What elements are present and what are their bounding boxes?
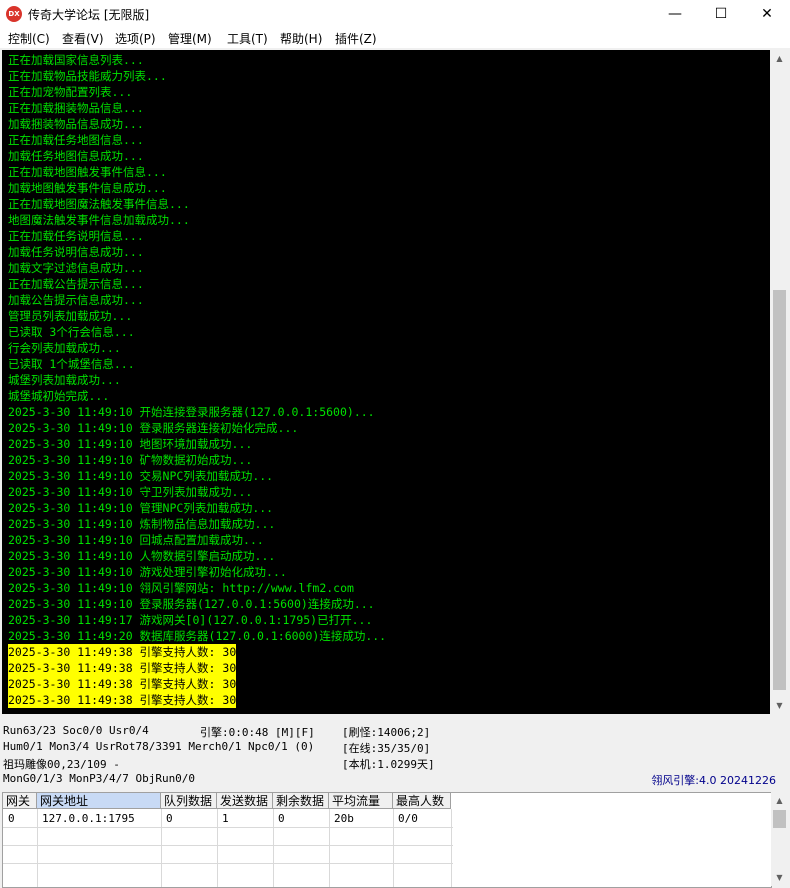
col-divider — [37, 809, 38, 887]
log-line: 加载捆装物品信息成功... — [8, 117, 144, 131]
gate-table[interactable]: 网关 网关地址 队列数据 发送数据 剩余数据 平均流量 最高人数 0 127.0… — [2, 792, 772, 888]
log-line: 加载任务说明信息成功... — [8, 245, 144, 259]
col-divider — [393, 809, 394, 887]
log-line: 2025-3-30 11:49:10 炼制物品信息加载成功... — [8, 517, 276, 531]
scroll-up-icon[interactable]: ▲ — [771, 50, 788, 67]
log-line: 正在加载物品技能威力列表... — [8, 69, 167, 83]
scroll-down-icon[interactable]: ▼ — [771, 869, 788, 886]
status-mon: MonG0/1/3 MonP3/4/7 ObjRun0/0 — [3, 772, 196, 785]
col-send-data[interactable]: 发送数据 — [217, 793, 273, 809]
log-line: 正在加载地图魔法触发事件信息... — [8, 197, 190, 211]
log-line: 2025-3-30 11:49:10 管理NPC列表加载成功... — [8, 501, 274, 515]
log-line: 2025-3-30 11:49:10 登录服务器连接初始化完成... — [8, 421, 299, 435]
col-gate[interactable]: 网关 — [3, 793, 37, 809]
log-line: 2025-3-30 11:49:10 矿物数据初始成功... — [8, 453, 253, 467]
log-line: 2025-3-30 11:49:10 游戏处理引擎初始化成功... — [8, 565, 287, 579]
log-line: 城堡列表加载成功... — [8, 373, 121, 387]
menu-bar: 控制(C) 查看(V) 选项(P) 管理(M) 工具(T) 帮助(H) 插件(Z… — [0, 28, 790, 48]
minimize-button[interactable]: — — [652, 0, 698, 28]
cell-gate-address: 127.0.0.1:1795 — [42, 812, 135, 825]
maximize-button[interactable]: ☐ — [698, 0, 744, 28]
scrollbar-thumb[interactable] — [773, 290, 786, 690]
col-divider — [161, 809, 162, 887]
status-refresh-monsters: [刷怪:14006;2] — [342, 726, 431, 739]
cell-max-users: 0/0 — [398, 812, 418, 825]
log-line: 2025-3-30 11:49:10 守卫列表加载成功... — [8, 485, 253, 499]
log-line: 加载任务地图信息成功... — [8, 149, 144, 163]
log-line: 正在加载公告提示信息... — [8, 277, 144, 291]
row-divider — [3, 863, 453, 864]
status-engine: 引擎:0:0:48 [M][F] — [200, 726, 315, 739]
log-line: 2025-3-30 11:49:10 翎风引擎网站: http://www.lf… — [8, 581, 354, 595]
col-divider — [329, 809, 330, 887]
log-line: 2025-3-30 11:49:10 人物数据引擎启动成功... — [8, 549, 276, 563]
log-line: 管理员列表加载成功... — [8, 309, 133, 323]
col-gate-address[interactable]: 网关地址 — [37, 793, 161, 809]
scrollbar-thumb[interactable] — [773, 810, 786, 828]
log-line: 城堡城初始完成... — [8, 389, 110, 403]
log-line: 正在加载任务说明信息... — [8, 229, 144, 243]
log-line: 已读取 3个行会信息... — [8, 325, 135, 339]
status-hum: Hum0/1 Mon3/4 UsrRot78/3391 Merch0/1 Npc… — [3, 740, 315, 753]
scroll-down-icon[interactable]: ▼ — [771, 697, 788, 714]
col-avg-traffic[interactable]: 平均流量 — [329, 793, 393, 809]
log-line: 2025-3-30 11:49:10 交易NPC列表加载成功... — [8, 469, 274, 483]
table-scrollbar[interactable]: ▲ ▼ — [771, 792, 788, 886]
log-line: 正在加载国家信息列表... — [8, 53, 144, 67]
status-map: 祖玛雕像00,23/109 - — [3, 758, 120, 771]
log-line-highlighted: 2025-3-30 11:49:38 引擎支持人数: 30 — [8, 660, 237, 676]
menu-manage[interactable]: 管理(M) — [168, 30, 212, 47]
cell-remaining-data: 0 — [278, 812, 285, 825]
log-line: 2025-3-30 11:49:10 回城点配置加载成功... — [8, 533, 264, 547]
log-line-highlighted: 2025-3-30 11:49:38 引擎支持人数: 30 — [8, 676, 237, 692]
cell-send-data: 1 — [222, 812, 229, 825]
log-line: 加载公告提示信息成功... — [8, 293, 144, 307]
log-line: 行会列表加载成功... — [8, 341, 121, 355]
log-line-highlighted: 2025-3-30 11:49:38 引擎支持人数: 30 — [8, 644, 237, 660]
cell-queue-data: 0 — [166, 812, 173, 825]
menu-view[interactable]: 查看(V) — [62, 30, 104, 47]
log-line: 2025-3-30 11:49:17 游戏网关[0](127.0.0.1:179… — [8, 613, 373, 627]
app-logo-icon[interactable]: DX — [6, 6, 22, 22]
col-divider — [451, 809, 452, 887]
row-divider — [3, 845, 453, 846]
menu-control[interactable]: 控制(C) — [8, 30, 50, 47]
log-line-highlighted: 2025-3-30 11:49:38 引擎支持人数: 30 — [8, 692, 237, 708]
col-max-users[interactable]: 最高人数 — [393, 793, 451, 809]
title-bar: DX 传奇大学论坛 [无限版] — ☐ ✕ — [0, 0, 790, 28]
status-local: [本机:1.0299天] — [342, 758, 435, 771]
log-line: 加载地图触发事件信息成功... — [8, 181, 167, 195]
col-queue-data[interactable]: 队列数据 — [161, 793, 217, 809]
log-line: 正在加宠物配置列表... — [8, 85, 133, 99]
log-line: 地图魔法触发事件信息加载成功... — [8, 213, 190, 227]
log-console[interactable]: 正在加载国家信息列表... 正在加载物品技能威力列表... 正在加宠物配置列表...… — [2, 50, 770, 714]
log-line: 正在加载任务地图信息... — [8, 133, 144, 147]
menu-options[interactable]: 选项(P) — [115, 30, 156, 47]
status-online: [在线:35/35/0] — [342, 742, 431, 755]
menu-plugins[interactable]: 插件(Z) — [335, 30, 377, 47]
status-run: Run63/23 Soc0/0 Usr0/4 — [3, 724, 149, 737]
menu-help[interactable]: 帮助(H) — [280, 30, 322, 47]
log-line: 正在加载地图触发事件信息... — [8, 165, 167, 179]
log-line: 2025-3-30 11:49:10 开始连接登录服务器(127.0.0.1:5… — [8, 405, 375, 419]
close-button[interactable]: ✕ — [744, 0, 790, 28]
menu-tools[interactable]: 工具(T) — [227, 30, 268, 47]
row-divider — [3, 827, 453, 828]
log-line: 已读取 1个城堡信息... — [8, 357, 135, 371]
log-line: 2025-3-30 11:49:10 地图环境加载成功... — [8, 437, 253, 451]
col-remaining-data[interactable]: 剩余数据 — [273, 793, 329, 809]
engine-version: 翎风引擎:4.0 20241226 — [651, 774, 776, 787]
log-line: 2025-3-30 11:49:20 数据库服务器(127.0.0.1:6000… — [8, 629, 387, 643]
scroll-up-icon[interactable]: ▲ — [771, 792, 788, 809]
col-divider — [217, 809, 218, 887]
window-title: 传奇大学论坛 [无限版] — [28, 8, 150, 22]
console-scrollbar[interactable]: ▲ ▼ — [771, 50, 788, 714]
col-divider — [273, 809, 274, 887]
log-line: 正在加载捆装物品信息... — [8, 101, 144, 115]
cell-gate: 0 — [8, 812, 15, 825]
log-line: 加载文字过滤信息成功... — [8, 261, 144, 275]
cell-avg-traffic: 20b — [334, 812, 354, 825]
log-line: 2025-3-30 11:49:10 登录服务器(127.0.0.1:5600)… — [8, 597, 375, 611]
